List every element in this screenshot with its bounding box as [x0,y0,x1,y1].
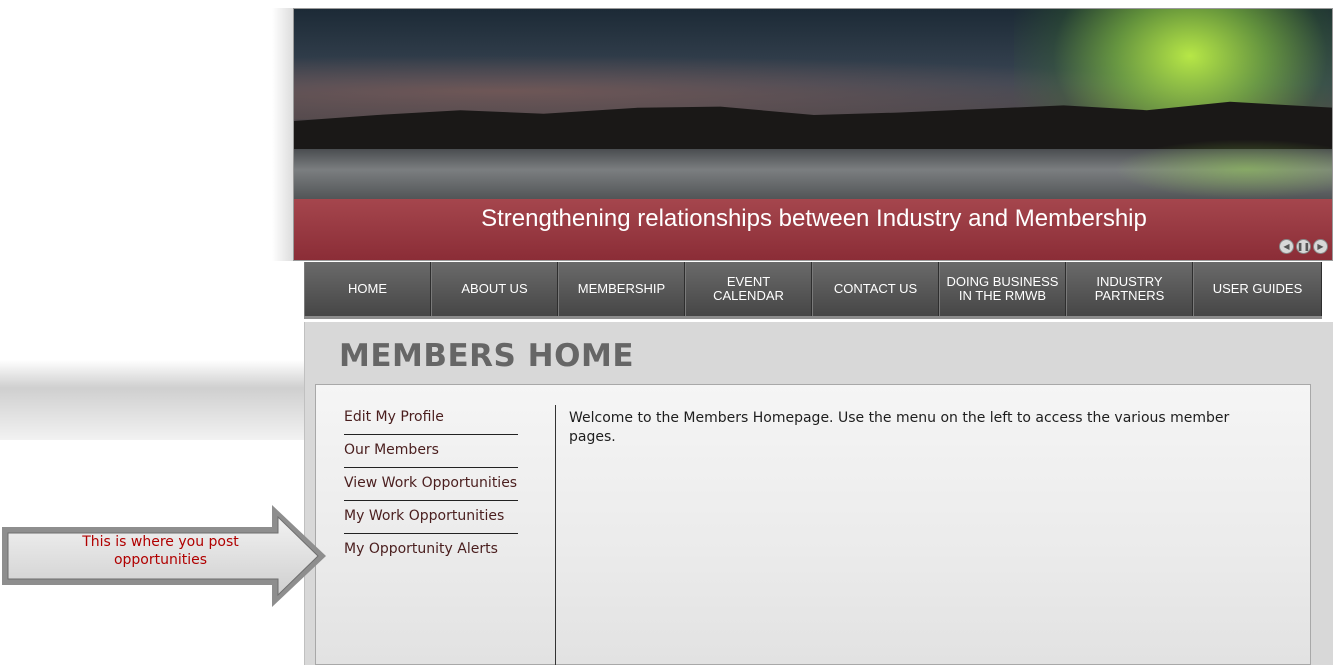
nav-item-home[interactable]: HOME [304,262,431,316]
side-menu-view-work-opportunities[interactable]: View Work Opportunities [344,473,518,501]
banner-water-glow [1114,139,1332,199]
next-slide-icon[interactable]: ▶ [1313,239,1328,254]
slider-controls: ◀ ❚❚ ▶ [1279,239,1328,254]
side-menu-our-members[interactable]: Our Members [344,440,518,468]
hero-banner: Strengthening relationships between Indu… [293,8,1333,261]
page: Strengthening relationships between Indu… [0,0,1333,665]
prev-slide-icon[interactable]: ◀ [1279,239,1294,254]
banner-caption: Strengthening relationships between Indu… [481,205,1147,232]
nav-item-contact-us[interactable]: CONTACT US [812,262,939,316]
nav-item-event-calendar[interactable]: EVENT CALENDAR [685,262,812,316]
nav-item-about-us[interactable]: ABOUT US [431,262,558,316]
side-menu-edit-my-profile[interactable]: Edit My Profile [344,407,518,435]
page-title: MEMBERS HOME [339,338,634,374]
side-menu-my-work-opportunities[interactable]: My Work Opportunities [344,506,518,534]
callout-text: This is where you post opportunities [82,534,239,568]
nav-item-industry-partners[interactable]: INDUSTRY PARTNERS [1066,262,1193,316]
nav-item-doing-business[interactable]: DOING BUSINESS IN THE RMWB [939,262,1066,316]
welcome-message: Welcome to the Members Homepage. Use the… [569,410,1230,445]
member-side-menu: Edit My Profile Our Members View Work Op… [344,407,518,571]
pause-slide-icon[interactable]: ❚❚ [1296,239,1311,254]
menu-divider [555,405,556,665]
nav-item-membership[interactable]: MEMBERSHIP [558,262,685,316]
nav-item-user-guides[interactable]: USER GUIDES [1193,262,1322,316]
side-menu-my-opportunity-alerts[interactable]: My Opportunity Alerts [344,539,518,566]
main-nav: HOME ABOUT US MEMBERSHIP EVENT CALENDAR … [304,262,1322,319]
